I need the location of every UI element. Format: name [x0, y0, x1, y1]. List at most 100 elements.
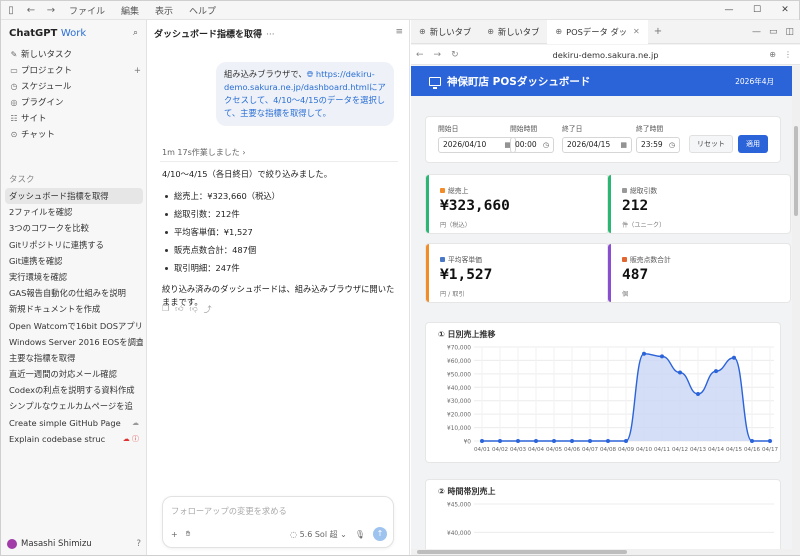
menu-help[interactable]: ヘルプ [181, 4, 224, 17]
hand-icon[interactable]: ✋︎ [186, 529, 191, 539]
start-time-input[interactable]: 00:00 ◷ [510, 137, 554, 153]
tab-pos-dashboard[interactable]: ⊕ POSデータ ダッ ✕ [547, 19, 648, 44]
task-item[interactable]: Create simple GitHub Page ☁ [5, 415, 143, 431]
kpi-accent-bar [608, 175, 611, 233]
composer-input[interactable]: フォローアップの変更を求める [171, 505, 287, 517]
end-date-input[interactable]: 2026/04/15 ▦ [562, 137, 632, 153]
model-selector[interactable]: ◌ 5.6 Sol 超 ⌄ [290, 529, 347, 540]
filter-panel: 開始日 2026/04/10 ▦ 開始時間 00:00 ◷ 終了日 2026/04/… [425, 116, 781, 163]
task-item[interactable]: 2ファイルを確認 [5, 204, 143, 220]
task-item[interactable]: ダッシュボード指標を取得 [5, 188, 143, 205]
more-options-icon[interactable]: ··· [266, 30, 275, 40]
reload-icon[interactable]: ↻ [446, 50, 464, 60]
user-profile[interactable]: Masashi Shimizu ? [7, 539, 141, 549]
daily-sales-chart: ¥0 ¥10,000 ¥20,000 ¥30,000 ¥40,000 ¥50,000 ¥60… [447, 346, 778, 454]
split-pane-icon[interactable]: ◫ [785, 27, 794, 37]
task-item[interactable]: 主要な指標を取得 [5, 350, 143, 366]
help-icon[interactable]: ? [136, 539, 141, 549]
menu-view[interactable]: 表示 [147, 4, 181, 17]
start-date-input[interactable]: 2026/04/10 ▦ [438, 137, 516, 153]
monitor-icon [429, 76, 441, 89]
sidebar-item-plugins[interactable]: ◎ プラグイン [7, 95, 141, 111]
task-item[interactable]: Gitリポジトリに連携する [5, 237, 143, 253]
x-tick-label: 04/16 [744, 447, 761, 453]
mic-icon[interactable]: 🎙︎ [355, 530, 365, 539]
task-item[interactable]: Explain codebase struc ☁ ⓘ [5, 431, 143, 447]
url-field[interactable]: dekiru-demo.sakura.ne.jp [411, 50, 800, 60]
task-item[interactable]: 3つのコワークを比較 [5, 220, 143, 236]
sidebar-toggle-icon[interactable]: ▯ [1, 5, 21, 16]
clock-icon: ◷ [668, 141, 675, 149]
vertical-scrollbar[interactable] [792, 66, 800, 555]
task-item[interactable]: Open Watcomで16bit DOSアプリ [5, 318, 143, 334]
close-tab-icon[interactable]: ✕ [633, 20, 640, 44]
spinner-icon: ◌ [290, 529, 300, 539]
task-item[interactable]: Git連携を確認 [5, 253, 143, 269]
close-icon[interactable]: ✕ [771, 1, 799, 20]
menu-file[interactable]: ファイル [61, 4, 113, 17]
back-icon[interactable]: ← [411, 50, 429, 60]
scroll-thumb[interactable] [417, 550, 627, 554]
forward-icon[interactable]: → [429, 50, 447, 60]
thumbs-up-icon[interactable]: 👍︎ [175, 304, 183, 315]
share-icon[interactable]: ⤴ [204, 304, 212, 315]
back-arrow-icon[interactable]: ← [21, 5, 41, 16]
add-bookmark-icon[interactable]: ⊕ [769, 50, 776, 59]
sidebar-item-new-task[interactable]: ✎ 新しいタスク [7, 47, 141, 63]
data-point [624, 439, 628, 443]
data-point [642, 351, 646, 356]
start-date-label: 開始日 [438, 125, 459, 133]
worked-label: 1m 17s作業しました [162, 148, 240, 157]
task-item[interactable]: 実行環境を確認 [5, 269, 143, 285]
horizontal-scrollbar[interactable] [411, 549, 792, 555]
sidebar-item-schedule[interactable]: ◷ スケジュール [7, 79, 141, 95]
maximize-icon[interactable]: ☐ [743, 1, 771, 20]
minimize-icon[interactable]: — [715, 1, 743, 20]
tab-new-1[interactable]: ⊕ 新しいタブ [411, 20, 479, 44]
chat-title: ダッシュボード指標を取得 ··· [154, 27, 275, 40]
metrics-list: 総売上：¥323,660（税込） 総取引数：212件 平均客単価：¥1,527 … [162, 187, 398, 277]
add-attachment-icon[interactable]: + [171, 530, 178, 539]
panel-toggle-icon[interactable]: ≡ [395, 27, 403, 37]
globe-icon: 🌐︎ [306, 69, 316, 79]
task-item[interactable]: シンプルなウェルカムページを追 [5, 398, 143, 414]
forward-arrow-icon[interactable]: → [41, 5, 61, 16]
sidebar-item-projects[interactable]: ▭ プロジェクト + [7, 63, 141, 79]
apply-button[interactable]: 適用 [738, 135, 768, 153]
thumbs-down-icon[interactable]: 👎︎ [190, 304, 198, 315]
task-item[interactable]: Windows Server 2016 EOSを調査 [5, 334, 143, 350]
worked-duration[interactable]: 1m 17s作業しました › [162, 147, 246, 158]
task-item[interactable]: 直近一週間の対応メール確認 [5, 366, 143, 382]
task-item[interactable]: Codexの利点を説明する資料作成 [5, 382, 143, 398]
restore-pane-icon[interactable]: ▭ [769, 27, 778, 37]
add-project-icon[interactable]: + [134, 63, 141, 79]
brand-suffix: Work [60, 28, 87, 39]
menu-dots-icon[interactable]: ⋮ [784, 50, 792, 59]
kpi-value: 212 [622, 198, 649, 214]
sidebar-item-sites[interactable]: ☷ サイト [7, 111, 141, 127]
new-tab-icon[interactable]: + [648, 26, 668, 37]
task-item[interactable]: 新規ドキュメントを作成 [5, 301, 143, 317]
task-item[interactable]: GAS報告自動化の仕組みを説明 [5, 285, 143, 301]
kpi-sub: 件（ユニーク） [622, 222, 666, 229]
tab-label: 新しいタブ [429, 26, 472, 37]
answer-intro: 4/10〜4/15（各日終日）で絞り込みました。 [162, 169, 333, 179]
tab-new-2[interactable]: ⊕ 新しいタブ [479, 20, 547, 44]
minimize-pane-icon[interactable]: — [752, 27, 761, 37]
window-controls: — ☐ ✕ [715, 1, 799, 20]
menu-edit[interactable]: 編集 [113, 4, 147, 17]
folder-icon: ▭ [10, 66, 18, 75]
search-icon[interactable]: ⌕ [133, 28, 138, 38]
tab-bar: ⊕ 新しいタブ ⊕ 新しいタブ ⊕ POSデータ ダッ ✕ + — ▭ ◫ [411, 19, 800, 44]
assistant-message: 4/10〜4/15（各日終日）で絞り込みました。 総売上：¥323,660（税込… [162, 168, 398, 309]
reset-button[interactable]: リセット [689, 135, 733, 153]
composer[interactable]: フォローアップの変更を求める + ✋︎ ◌ 5.6 Sol 超 ⌄ 🎙︎ ↑ [162, 496, 394, 548]
address-bar: ← → ↻ dekiru-demo.sakura.ne.jp ⊕ ⋮ [411, 45, 800, 65]
address-actions: ⊕ ⋮ [769, 50, 800, 59]
copy-icon[interactable]: ❐ [162, 304, 169, 315]
sidebar-item-chat[interactable]: ⊙ チャット [7, 127, 141, 143]
y-tick-label: ¥20,000 [447, 413, 471, 419]
send-button[interactable]: ↑ [373, 527, 387, 541]
scroll-thumb[interactable] [794, 126, 798, 216]
end-time-input[interactable]: 23:59 ◷ [636, 137, 680, 153]
